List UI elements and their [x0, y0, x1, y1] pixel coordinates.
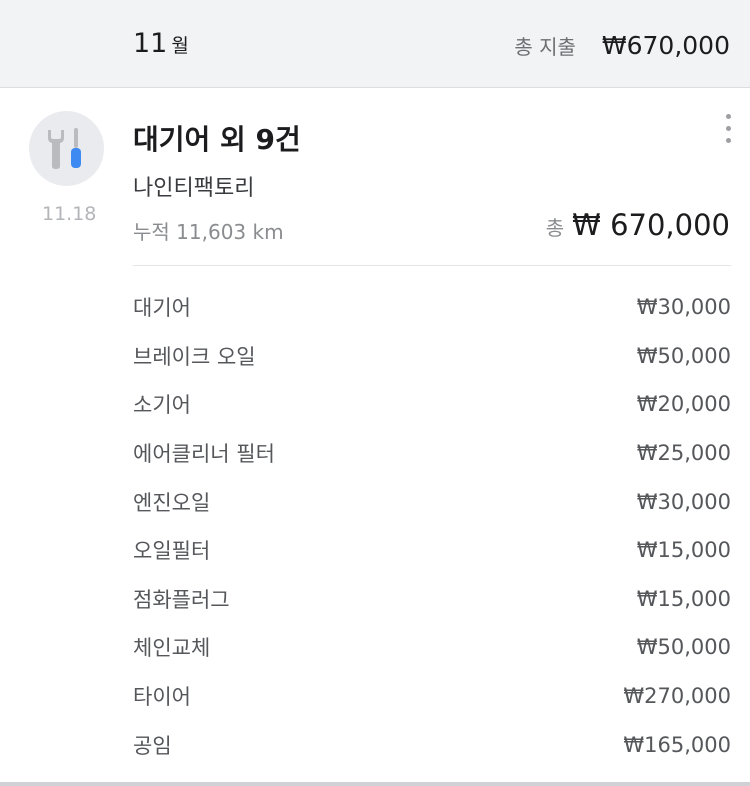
item-name: 타이어 [133, 685, 191, 710]
item-name: 브레이크 오일 [133, 344, 256, 369]
list-item: 오일필터 ₩15,000 [133, 526, 731, 575]
month-total: 총 지출 ₩670,000 [514, 31, 730, 60]
list-item: 체인교체 ₩50,000 [133, 623, 731, 672]
list-item: 공임 ₩165,000 [133, 720, 731, 769]
item-amount: ₩15,000 [636, 538, 731, 563]
list-item: 소기어 ₩20,000 [133, 380, 731, 429]
shop-name: 나인티팩토리 [133, 176, 255, 201]
record-total: 총 ₩ 670,000 [546, 208, 730, 242]
month-title: 11 월 [133, 28, 189, 59]
item-amount: ₩270,000 [623, 684, 731, 709]
maintenance-tools-icon [29, 111, 104, 186]
item-amount: ₩165,000 [623, 732, 731, 757]
item-name: 공임 [133, 733, 172, 758]
list-item: 에어클리너 필터 ₩25,000 [133, 429, 731, 478]
list-item: 타이어 ₩270,000 [133, 672, 731, 721]
record-total-amount: ₩ 670,000 [572, 208, 730, 242]
record-total-label: 총 [545, 216, 565, 240]
month-number: 11 [133, 28, 168, 59]
more-vertical-icon[interactable] [718, 112, 738, 148]
item-amount: ₩20,000 [636, 392, 731, 417]
record-date: 11.18 [42, 203, 97, 225]
item-amount: ₩50,000 [636, 635, 731, 660]
list-item: 점화플러그 ₩15,000 [133, 575, 731, 624]
item-name: 엔진오일 [133, 490, 211, 515]
item-list: 대기어 ₩30,000 브레이크 오일 ₩50,000 소기어 ₩20,000 에어클… [133, 283, 731, 769]
month-unit: 월 [171, 35, 189, 57]
item-amount: ₩25,000 [636, 441, 731, 466]
list-item: 엔진오일 ₩30,000 [133, 477, 731, 526]
item-name: 에어클리너 필터 [133, 442, 275, 467]
item-amount: ₩50,000 [636, 343, 731, 368]
divider [133, 265, 731, 266]
item-name: 소기어 [133, 393, 191, 418]
item-name: 대기어 [133, 296, 191, 321]
record-title[interactable]: 대기어 외 9건 [133, 118, 301, 158]
item-name: 점화플러그 [133, 587, 230, 612]
month-total-amount: ₩670,000 [601, 31, 730, 60]
item-name: 오일필터 [133, 539, 211, 564]
item-name: 체인교체 [133, 636, 211, 661]
list-item: 대기어 ₩30,000 [133, 283, 731, 332]
item-amount: ₩30,000 [636, 295, 731, 320]
item-amount: ₩30,000 [636, 489, 731, 514]
month-header: 11 월 총 지출 ₩670,000 [0, 0, 750, 88]
bottom-divider [0, 782, 750, 786]
item-amount: ₩15,000 [636, 586, 731, 611]
list-item: 브레이크 오일 ₩50,000 [133, 332, 731, 381]
month-total-label: 총 지출 [514, 35, 576, 59]
mileage: 누적 11,603 km [133, 220, 284, 244]
